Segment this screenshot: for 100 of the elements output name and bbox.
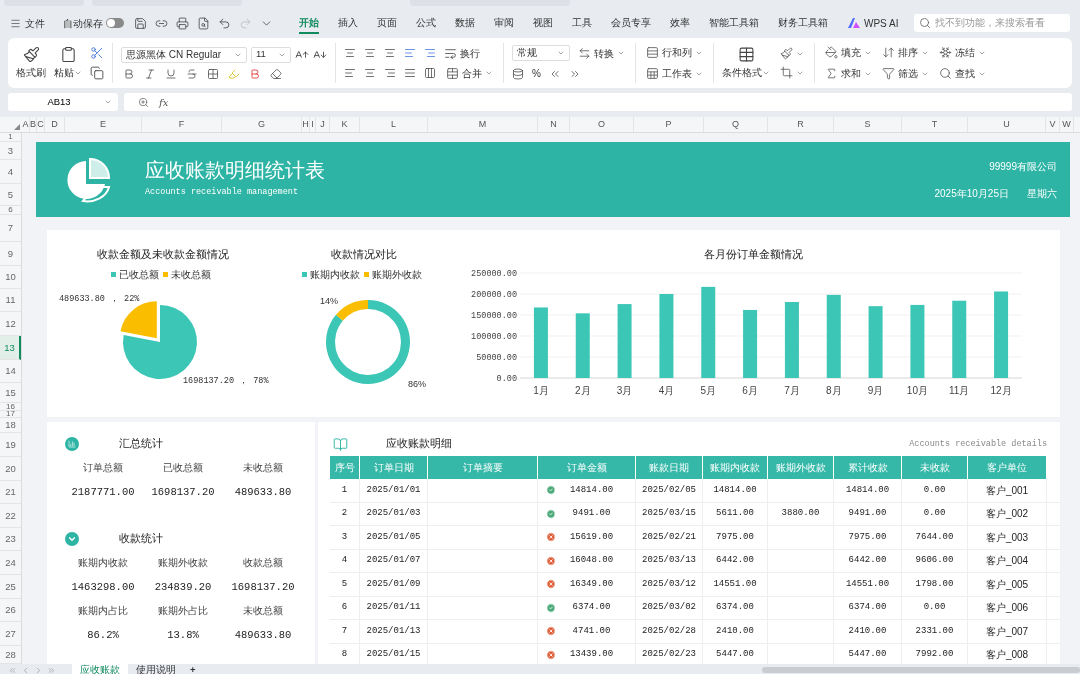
file-menu[interactable]: 文件 [10, 15, 45, 31]
column-header[interactable]: U [968, 117, 1046, 132]
merge-button[interactable]: 合并 [444, 65, 495, 81]
column-header[interactable]: Q [704, 117, 768, 132]
column-header[interactable]: S [834, 117, 902, 132]
align-right-icon[interactable] [384, 67, 396, 79]
column-header[interactable]: J [316, 117, 330, 132]
row-header[interactable]: 21 [0, 481, 21, 504]
sheet-tab[interactable]: 应收账款 [72, 664, 128, 674]
outdent-icon[interactable] [404, 47, 416, 59]
undo-icon[interactable] [218, 16, 231, 30]
fill-button[interactable]: 填充 [823, 45, 874, 60]
row-header[interactable]: 27 [0, 622, 21, 646]
ribbon-tab[interactable]: 财务工具箱 [778, 12, 828, 34]
save-icon[interactable] [134, 16, 147, 30]
row-header[interactable]: 22 [0, 504, 21, 528]
filter-button[interactable]: 筛选 [880, 66, 931, 81]
align-top-icon[interactable] [344, 47, 356, 59]
find-button[interactable]: 查找 [937, 66, 988, 81]
indent-icon[interactable] [424, 47, 436, 59]
stack-icon[interactable] [512, 67, 524, 80]
font-select[interactable]: 思源黑体 CN Regular [121, 46, 247, 63]
align-center-icon[interactable] [364, 67, 376, 79]
row-header[interactable]: 19 [0, 433, 21, 457]
row-header[interactable]: 14 [0, 360, 21, 383]
ribbon-tab[interactable]: 会员专享 [611, 12, 651, 34]
align-left-icon[interactable] [344, 67, 356, 79]
column-header[interactable]: R [768, 117, 834, 132]
ribbon-tab[interactable]: 工具 [572, 12, 592, 34]
column-header[interactable]: H [302, 117, 310, 132]
column-header[interactable]: L [360, 117, 428, 132]
freeze-button[interactable]: 冻结 [937, 45, 988, 60]
ribbon-tab[interactable]: 开始 [299, 12, 319, 34]
column-header[interactable]: O [570, 117, 634, 132]
eraser-icon[interactable] [270, 67, 282, 80]
column-header[interactable]: K [330, 117, 360, 132]
sort-button[interactable]: 排序 [880, 45, 931, 60]
row-header[interactable]: 20 [0, 457, 21, 481]
underline-icon[interactable] [165, 67, 177, 80]
row-header[interactable]: 10 [0, 266, 21, 289]
row-header[interactable]: 13 [0, 336, 21, 360]
sheet-tab[interactable]: 使用说明 [128, 664, 184, 674]
ribbon-tab[interactable]: 效率 [670, 12, 690, 34]
row-header[interactable]: 17 [0, 411, 21, 418]
percent-button[interactable]: % [532, 66, 541, 81]
ribbon-tab[interactable]: 智能工具箱 [709, 12, 759, 34]
justify-icon[interactable] [404, 67, 416, 79]
column-header[interactable]: F [142, 117, 222, 132]
bold-icon[interactable] [123, 67, 135, 80]
align-middle-icon[interactable] [364, 47, 376, 59]
row-header[interactable]: 4 [0, 160, 21, 184]
sum-button[interactable]: 求和 [823, 66, 874, 81]
row-header[interactable]: 5 [0, 184, 21, 206]
copy-icon[interactable] [90, 66, 104, 80]
format-painter-button[interactable]: 格式刷 [16, 46, 46, 80]
row-header[interactable]: 6 [0, 206, 21, 215]
row-header[interactable]: 26 [0, 599, 21, 622]
column-header[interactable]: B [30, 117, 37, 132]
ribbon-tab[interactable]: 插入 [338, 12, 358, 34]
wrap-text-button[interactable]: 换行 [444, 45, 480, 61]
column-header[interactable]: A [22, 117, 30, 132]
cut-icon[interactable] [90, 46, 104, 60]
ribbon-tab[interactable]: 视图 [533, 12, 553, 34]
borders-icon[interactable] [207, 67, 219, 80]
row-header[interactable]: 23 [0, 528, 21, 551]
column-header[interactable]: T [902, 117, 968, 132]
wps-ai-button[interactable]: WPS AI [848, 15, 899, 31]
align-bottom-icon[interactable] [384, 47, 396, 59]
ribbon-tab[interactable]: 页面 [377, 12, 397, 34]
rows-columns-button[interactable]: 行和列 [644, 45, 705, 60]
column-header[interactable]: W [1060, 117, 1074, 132]
row-header[interactable]: 24 [0, 551, 21, 575]
row-header[interactable]: 16 [0, 403, 21, 411]
row-header[interactable]: 3 [0, 142, 21, 160]
row-header[interactable]: 7 [0, 215, 21, 242]
ribbon-tab[interactable]: 审阅 [494, 12, 514, 34]
column-header[interactable]: V [1046, 117, 1060, 132]
row-header[interactable]: 15 [0, 383, 21, 403]
ribbon-tab[interactable]: 公式 [416, 12, 436, 34]
ribbon-tab[interactable]: 数据 [455, 12, 475, 34]
search-field[interactable]: 找不到功能，来搜索看看 [914, 14, 1070, 32]
column-header[interactable]: P [634, 117, 704, 132]
column-header[interactable]: C [37, 117, 45, 132]
font-size-select[interactable]: 11 [251, 46, 291, 63]
convert-button[interactable]: 转换 [576, 45, 627, 61]
print-icon[interactable] [176, 16, 189, 30]
add-sheet-button[interactable]: + [184, 664, 202, 674]
paste-button[interactable]: 粘贴 [54, 46, 82, 80]
italic-icon[interactable] [144, 67, 156, 80]
row-header[interactable]: 18 [0, 418, 21, 433]
name-box[interactable]: AB13 [8, 93, 118, 111]
worksheet-button[interactable]: 工作表 [644, 66, 705, 81]
column-header[interactable]: G [222, 117, 302, 132]
row-header[interactable]: 25 [0, 575, 21, 599]
row-header[interactable]: 9 [0, 242, 21, 266]
distribute-icon[interactable] [424, 67, 436, 79]
formula-input[interactable]: fx [124, 93, 1072, 111]
column-header[interactable]: D [45, 117, 65, 132]
strikethrough-icon[interactable] [186, 67, 198, 80]
print-preview-icon[interactable] [197, 16, 210, 30]
